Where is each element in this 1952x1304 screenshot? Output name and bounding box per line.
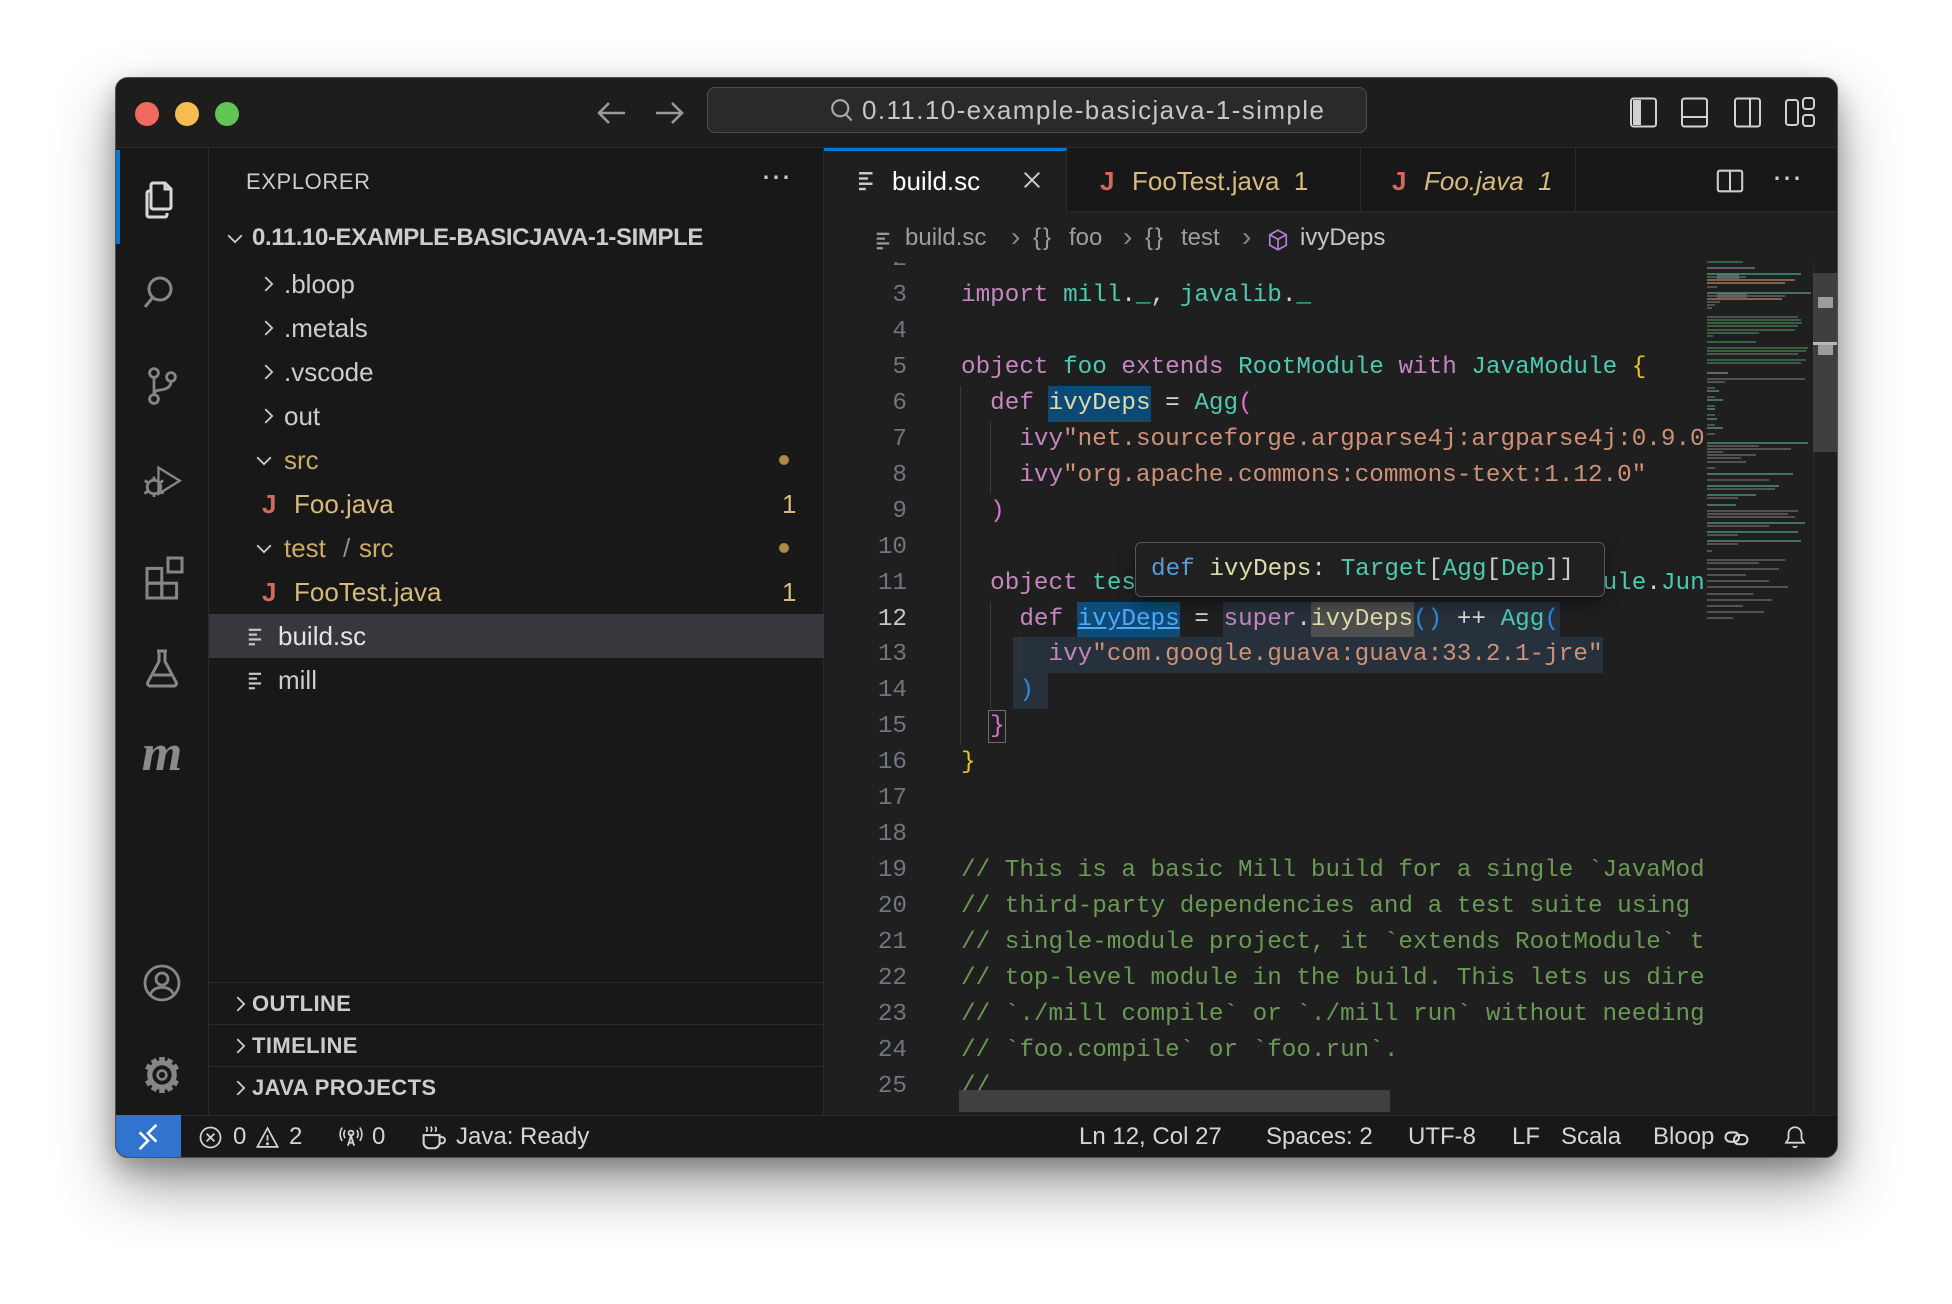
svg-text:m: m: [142, 734, 182, 782]
